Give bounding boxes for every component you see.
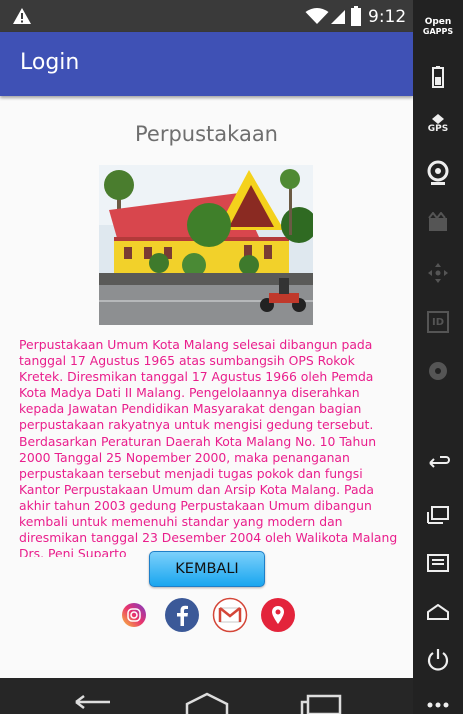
navigation-bar <box>0 678 413 714</box>
page-heading: Perpustakaan <box>135 122 278 146</box>
recent-apps-nav-icon[interactable] <box>300 694 342 714</box>
recent-apps-control-icon[interactable] <box>413 505 463 525</box>
wifi-icon <box>305 7 329 29</box>
dpad-control-icon[interactable] <box>413 262 463 284</box>
warning-icon <box>12 7 32 29</box>
device-id-control-icon[interactable]: ID <box>413 311 463 333</box>
library-description: Perpustakaan Umum Kota Malang selesai di… <box>19 337 398 557</box>
more-options-icon[interactable] <box>413 700 463 710</box>
app-bar: Login <box>0 32 413 96</box>
library-building-photo <box>99 165 313 325</box>
media-control-icon[interactable] <box>413 360 463 382</box>
gps-control-icon[interactable]: GPS <box>413 112 463 136</box>
location-pin-icon[interactable] <box>260 597 296 633</box>
home-control-icon[interactable] <box>413 603 463 621</box>
phone-screen: 9:12 Login Perpustakaan Perpustakaan Umu… <box>0 0 413 714</box>
emulator-side-panel: Open GAPPS GPS ID <box>413 0 463 714</box>
gmail-icon[interactable] <box>212 597 248 633</box>
battery-control-icon[interactable] <box>413 66 463 88</box>
power-control-icon[interactable] <box>413 648 463 672</box>
screencast-control-icon[interactable] <box>413 212 463 232</box>
menu-control-icon[interactable] <box>413 553 463 573</box>
status-bar: 9:12 <box>0 0 413 32</box>
facebook-icon[interactable] <box>164 597 200 633</box>
back-control-icon[interactable] <box>413 453 463 473</box>
back-nav-icon[interactable] <box>70 694 114 714</box>
back-button[interactable]: KEMBALI <box>149 551 265 587</box>
battery-icon <box>351 6 361 30</box>
home-nav-icon[interactable] <box>183 692 231 714</box>
app-title: Login <box>20 50 80 75</box>
status-time: 9:12 <box>368 7 407 27</box>
instagram-icon[interactable] <box>116 597 152 633</box>
open-gapps-logo: Open GAPPS <box>422 17 454 37</box>
webcam-control-icon[interactable] <box>413 160 463 186</box>
cell-signal-icon <box>330 7 346 29</box>
